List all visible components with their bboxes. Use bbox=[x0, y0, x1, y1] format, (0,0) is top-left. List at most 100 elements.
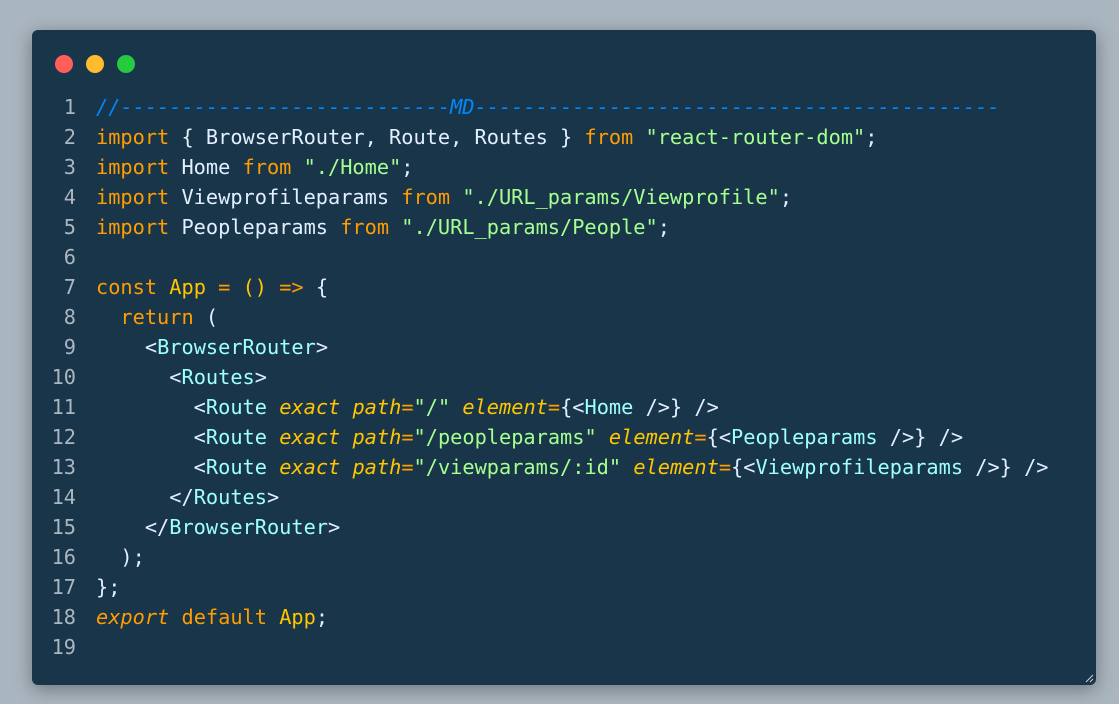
code-token: Home bbox=[584, 395, 634, 419]
code-line[interactable]: 9 <BrowserRouter> bbox=[32, 332, 1096, 362]
line-source: <Route exact path="/" element={<Home />}… bbox=[76, 392, 719, 422]
code-token: path bbox=[352, 425, 402, 449]
line-source: import { BrowserRouter, Route, Routes } … bbox=[76, 122, 878, 152]
code-token: {< bbox=[560, 395, 585, 419]
line-source: <BrowserRouter> bbox=[76, 332, 328, 362]
code-token: < bbox=[96, 395, 206, 419]
code-line[interactable]: 13 <Route exact path="/viewparams/:id" e… bbox=[32, 452, 1096, 482]
code-line[interactable]: 15 </BrowserRouter> bbox=[32, 512, 1096, 542]
code-token: default bbox=[181, 605, 267, 629]
line-source: <Route exact path="/peopleparams" elemen… bbox=[76, 422, 963, 452]
line-source: import Viewprofileparams from "./URL_par… bbox=[76, 182, 792, 212]
code-token: () bbox=[242, 275, 267, 299]
code-token: import bbox=[96, 155, 170, 179]
code-token: from bbox=[401, 185, 451, 209]
code-token: exact bbox=[279, 455, 341, 479]
code-token: = bbox=[401, 425, 414, 449]
minimize-dot-icon[interactable] bbox=[86, 55, 104, 73]
code-token: ; bbox=[315, 605, 329, 629]
code-line[interactable]: 6 bbox=[32, 242, 1096, 272]
maximize-dot-icon[interactable] bbox=[117, 55, 135, 73]
code-token: Route bbox=[205, 455, 267, 479]
line-number: 16 bbox=[51, 545, 76, 569]
code-token: export bbox=[96, 605, 170, 629]
code-token: < bbox=[96, 455, 206, 479]
code-token: { bbox=[303, 275, 329, 299]
code-line[interactable]: 14 </Routes> bbox=[32, 482, 1096, 512]
line-source: }; bbox=[76, 572, 120, 602]
code-line[interactable]: 5 import Peopleparams from "./URL_params/… bbox=[32, 212, 1096, 242]
code-token: "react-router-dom" bbox=[645, 125, 866, 149]
line-number: 13 bbox=[51, 455, 76, 479]
code-line[interactable]: 10 <Routes> bbox=[32, 362, 1096, 392]
line-number: 4 bbox=[63, 185, 76, 209]
line-source: const App = () => { bbox=[76, 272, 328, 302]
line-source: import Peopleparams from "./URL_params/P… bbox=[76, 212, 670, 242]
line-number: 1 bbox=[63, 95, 76, 119]
code-token: App bbox=[279, 605, 316, 629]
code-line[interactable]: 2 import { BrowserRouter, Route, Routes }… bbox=[32, 122, 1096, 152]
code-token: exact bbox=[279, 395, 341, 419]
line-source: ); bbox=[76, 542, 144, 572]
code-token: > bbox=[254, 365, 267, 389]
code-token: element bbox=[462, 395, 548, 419]
code-token: Home bbox=[169, 155, 243, 179]
code-line[interactable]: 11 <Route exact path="/" element={<Home … bbox=[32, 392, 1096, 422]
code-line[interactable]: 8 return ( bbox=[32, 302, 1096, 332]
line-number: 9 bbox=[63, 335, 76, 359]
code-block[interactable]: 1 //---------------------------MD--------… bbox=[32, 92, 1096, 662]
code-token: = bbox=[401, 455, 414, 479]
code-token: = bbox=[401, 395, 414, 419]
code-line[interactable]: 4 import Viewprofileparams from "./URL_pa… bbox=[32, 182, 1096, 212]
code-token: "./URL_params/People" bbox=[401, 215, 658, 239]
line-source: <Routes> bbox=[76, 362, 267, 392]
code-line[interactable]: 1 //---------------------------MD--------… bbox=[32, 92, 1096, 122]
code-line[interactable]: 16 ); bbox=[32, 542, 1096, 572]
line-source: import Home from "./Home"; bbox=[76, 152, 414, 182]
line-number: 6 bbox=[63, 245, 76, 269]
code-line[interactable]: 3 import Home from "./Home"; bbox=[32, 152, 1096, 182]
code-token: path bbox=[352, 395, 402, 419]
code-token: = bbox=[694, 425, 707, 449]
code-token: </ bbox=[96, 515, 170, 539]
code-line[interactable]: 12 <Route exact path="/peopleparams" ele… bbox=[32, 422, 1096, 452]
code-token: > bbox=[266, 485, 280, 509]
code-token: exact bbox=[279, 425, 341, 449]
code-line[interactable]: 18 export default App; bbox=[32, 602, 1096, 632]
line-number: 11 bbox=[51, 395, 76, 419]
code-token: import bbox=[96, 185, 170, 209]
code-token: from bbox=[340, 215, 390, 239]
code-token: < bbox=[96, 365, 182, 389]
line-number: 8 bbox=[63, 305, 76, 329]
code-token: from bbox=[242, 155, 292, 179]
code-line[interactable]: 19 bbox=[32, 632, 1096, 662]
resize-grip-icon[interactable] bbox=[1084, 673, 1094, 683]
line-source: return ( bbox=[76, 302, 218, 332]
code-token: Routes bbox=[181, 365, 255, 389]
line-source: export default App; bbox=[76, 602, 328, 632]
close-dot-icon[interactable] bbox=[55, 55, 73, 73]
line-number: 12 bbox=[51, 425, 76, 449]
code-line[interactable]: 17}; bbox=[32, 572, 1096, 602]
line-number: 17 bbox=[51, 575, 76, 599]
code-token: > bbox=[315, 335, 329, 359]
code-token: ( bbox=[193, 305, 219, 329]
line-source bbox=[76, 632, 96, 662]
code-token: < bbox=[96, 335, 158, 359]
line-source: <Route exact path="/viewparams/:id" elem… bbox=[76, 452, 1049, 482]
line-number: 3 bbox=[63, 155, 76, 179]
code-line[interactable]: 7 const App = () => { bbox=[32, 272, 1096, 302]
